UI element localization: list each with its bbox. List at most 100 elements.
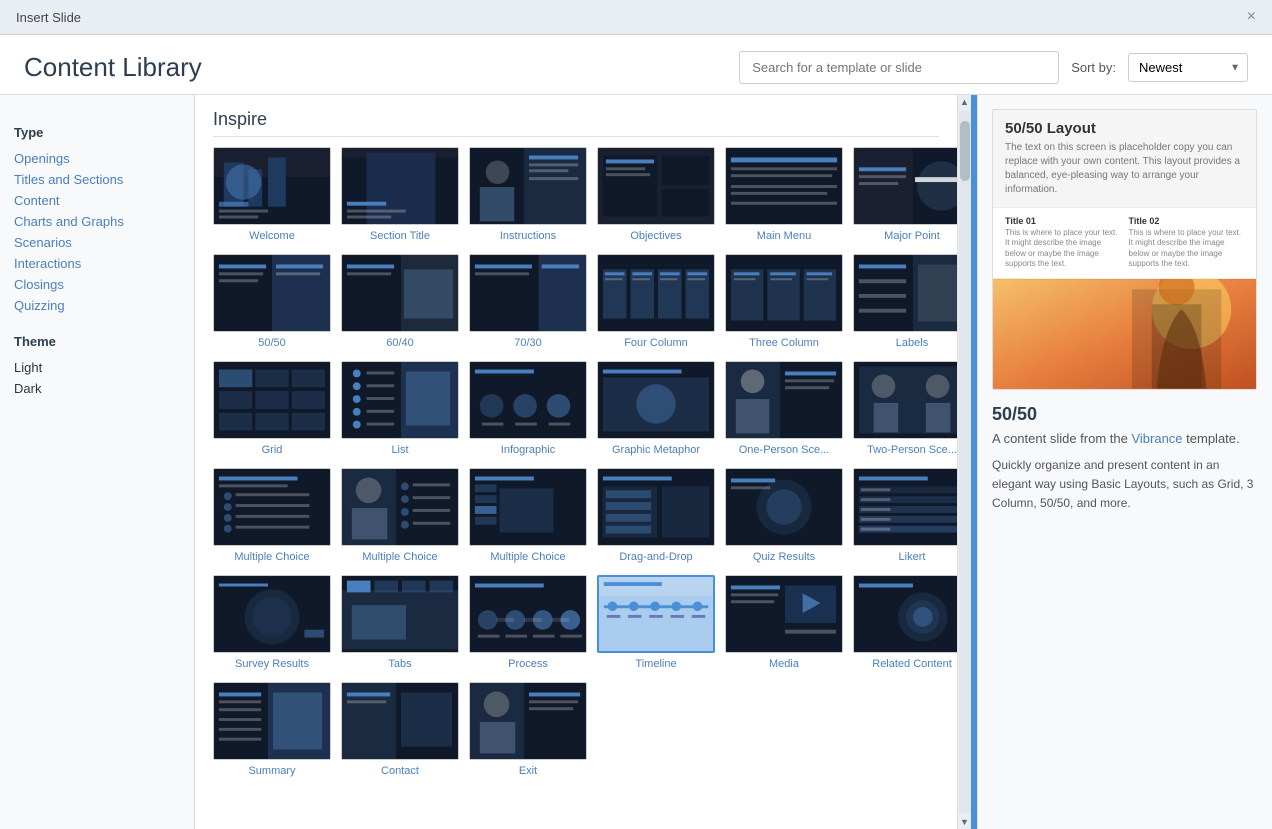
slide-thumb-four-column[interactable]: Four Column — [597, 254, 715, 349]
main-window: Insert Slide × Content Library Sort by: … — [0, 0, 1272, 829]
slide-thumb-one-person-sce...[interactable]: One-Person Sce... — [725, 361, 843, 456]
slide-preview-image — [341, 468, 459, 546]
slide-label: Drag-and-Drop — [619, 551, 692, 563]
preview-template-link[interactable]: Vibrance — [1131, 431, 1182, 446]
slide-thumb-process[interactable]: Process — [469, 575, 587, 670]
preview-slide-title: 50/50 — [992, 404, 1258, 425]
scrollbar-track — [959, 111, 971, 813]
slide-thumb-section-title[interactable]: Section Title — [341, 147, 459, 242]
slide-label: Media — [769, 658, 799, 670]
scrollbar[interactable]: ▲ ▼ — [957, 95, 971, 829]
preview-hero-image — [993, 279, 1256, 389]
slide-label: Instructions — [500, 230, 556, 242]
slide-label: Main Menu — [757, 230, 811, 242]
sidebar-item-content[interactable]: Content — [14, 190, 180, 211]
slide-label: Infographic — [501, 444, 555, 456]
slide-label: 60/40 — [386, 337, 414, 349]
slide-thumb-quiz-results[interactable]: Quiz Results — [725, 468, 843, 563]
slide-preview-image — [853, 147, 957, 225]
slide-preview-image — [213, 361, 331, 439]
slide-thumb-infographic[interactable]: Infographic — [469, 361, 587, 456]
preview-layout-desc: The text on this screen is placeholder c… — [1005, 141, 1244, 197]
slide-thumb-main-menu[interactable]: Main Menu — [725, 147, 843, 242]
slide-thumb-labels[interactable]: Labels — [853, 254, 957, 349]
slide-preview-image — [213, 254, 331, 332]
slide-thumb-multiple-choice[interactable]: Multiple Choice — [341, 468, 459, 563]
slide-preview-image — [597, 254, 715, 332]
preview-template-line: A content slide from the Vibrance templa… — [992, 431, 1258, 446]
slide-thumb-drag-and-drop[interactable]: Drag-and-Drop — [597, 468, 715, 563]
sidebar: Type Openings Titles and Sections Conten… — [0, 95, 195, 829]
slide-thumb-objectives[interactable]: Objectives — [597, 147, 715, 242]
search-input[interactable] — [739, 51, 1059, 84]
slide-label: List — [391, 444, 408, 456]
slide-thumb-exit[interactable]: Exit — [469, 682, 587, 777]
slide-label: Major Point — [884, 230, 940, 242]
sort-select[interactable]: Newest Oldest A-Z Z-A — [1128, 53, 1248, 82]
slide-thumb-list[interactable]: List — [341, 361, 459, 456]
slide-preview-image — [853, 468, 957, 546]
slide-thumb-related-content[interactable]: Related Content — [853, 575, 957, 670]
slide-thumb-60/40[interactable]: 60/40 — [341, 254, 459, 349]
slide-thumb-survey-results[interactable]: Survey Results — [213, 575, 331, 670]
header-controls: Sort by: Newest Oldest A-Z Z-A — [739, 51, 1248, 84]
slide-thumb-tabs[interactable]: Tabs — [341, 575, 459, 670]
slide-thumb-welcome[interactable]: Welcome — [213, 147, 331, 242]
slide-preview-image — [725, 575, 843, 653]
slide-label: Tabs — [388, 658, 411, 670]
slide-preview-image — [213, 575, 331, 653]
slide-preview-image — [213, 682, 331, 760]
slide-thumb-instructions[interactable]: Instructions — [469, 147, 587, 242]
slide-thumb-summary[interactable]: Summary — [213, 682, 331, 777]
slide-thumb-70/30[interactable]: 70/30 — [469, 254, 587, 349]
sidebar-theme-light[interactable]: Light — [14, 357, 180, 378]
slide-thumb-grid[interactable]: Grid — [213, 361, 331, 456]
slide-thumb-major-point[interactable]: Major Point — [853, 147, 957, 242]
scroll-up-arrow[interactable]: ▲ — [958, 95, 972, 109]
slide-preview-image — [213, 147, 331, 225]
sidebar-theme-dark[interactable]: Dark — [14, 378, 180, 399]
sidebar-item-openings[interactable]: Openings — [14, 148, 180, 169]
slide-grid: Welcome Section Title Instructions Objec… — [213, 147, 939, 777]
slide-thumb-likert[interactable]: Likert — [853, 468, 957, 563]
preview-columns: Title 01 This is where to place your tex… — [993, 208, 1256, 279]
slide-preview-image — [597, 147, 715, 225]
sidebar-item-closings[interactable]: Closings — [14, 274, 180, 295]
slide-thumb-timeline[interactable]: Timeline — [597, 575, 715, 670]
preview-panel: 50/50 Layout The text on this screen is … — [977, 95, 1272, 829]
sidebar-item-charts[interactable]: Charts and Graphs — [14, 211, 180, 232]
sidebar-item-interactions[interactable]: Interactions — [14, 253, 180, 274]
slide-thumb-contact[interactable]: Contact — [341, 682, 459, 777]
slide-preview-image — [725, 147, 843, 225]
slide-thumb-multiple-choice[interactable]: Multiple Choice — [213, 468, 331, 563]
preview-layout-title: 50/50 Layout — [1005, 120, 1244, 137]
slide-label: Contact — [381, 765, 419, 777]
theme-section-title: Theme — [14, 334, 180, 349]
slide-thumb-graphic-metaphor[interactable]: Graphic Metaphor — [597, 361, 715, 456]
sidebar-item-quizzing[interactable]: Quizzing — [14, 295, 180, 316]
slide-preview-image — [469, 147, 587, 225]
preview-body-text: Quickly organize and present content in … — [992, 456, 1258, 514]
slide-thumb-two-person-sce...[interactable]: Two-Person Sce... — [853, 361, 957, 456]
window-title: Insert Slide — [16, 10, 81, 25]
sidebar-item-scenarios[interactable]: Scenarios — [14, 232, 180, 253]
slide-thumb-multiple-choice[interactable]: Multiple Choice — [469, 468, 587, 563]
close-button[interactable]: × — [1247, 8, 1256, 26]
scroll-down-arrow[interactable]: ▼ — [958, 815, 972, 829]
preview-col2-text: This is where to place your text. It mig… — [1129, 228, 1245, 270]
slide-preview-image — [597, 361, 715, 439]
sidebar-item-titles[interactable]: Titles and Sections — [14, 169, 180, 190]
preview-image-box: 50/50 Layout The text on this screen is … — [992, 109, 1257, 390]
slide-thumb-50/50[interactable]: 50/50 — [213, 254, 331, 349]
scrollbar-thumb[interactable] — [960, 121, 970, 181]
slide-thumb-three-column[interactable]: Three Column — [725, 254, 843, 349]
slide-preview-image — [853, 575, 957, 653]
slide-label: Timeline — [635, 658, 676, 670]
slide-preview-image — [341, 254, 459, 332]
slide-label: Graphic Metaphor — [612, 444, 700, 456]
slide-thumb-media[interactable]: Media — [725, 575, 843, 670]
preview-col-1: Title 01 This is where to place your tex… — [1005, 216, 1121, 270]
preview-col1-text: This is where to place your text. It mig… — [1005, 228, 1121, 270]
slide-preview-image — [725, 468, 843, 546]
slide-label: Multiple Choice — [362, 551, 437, 563]
